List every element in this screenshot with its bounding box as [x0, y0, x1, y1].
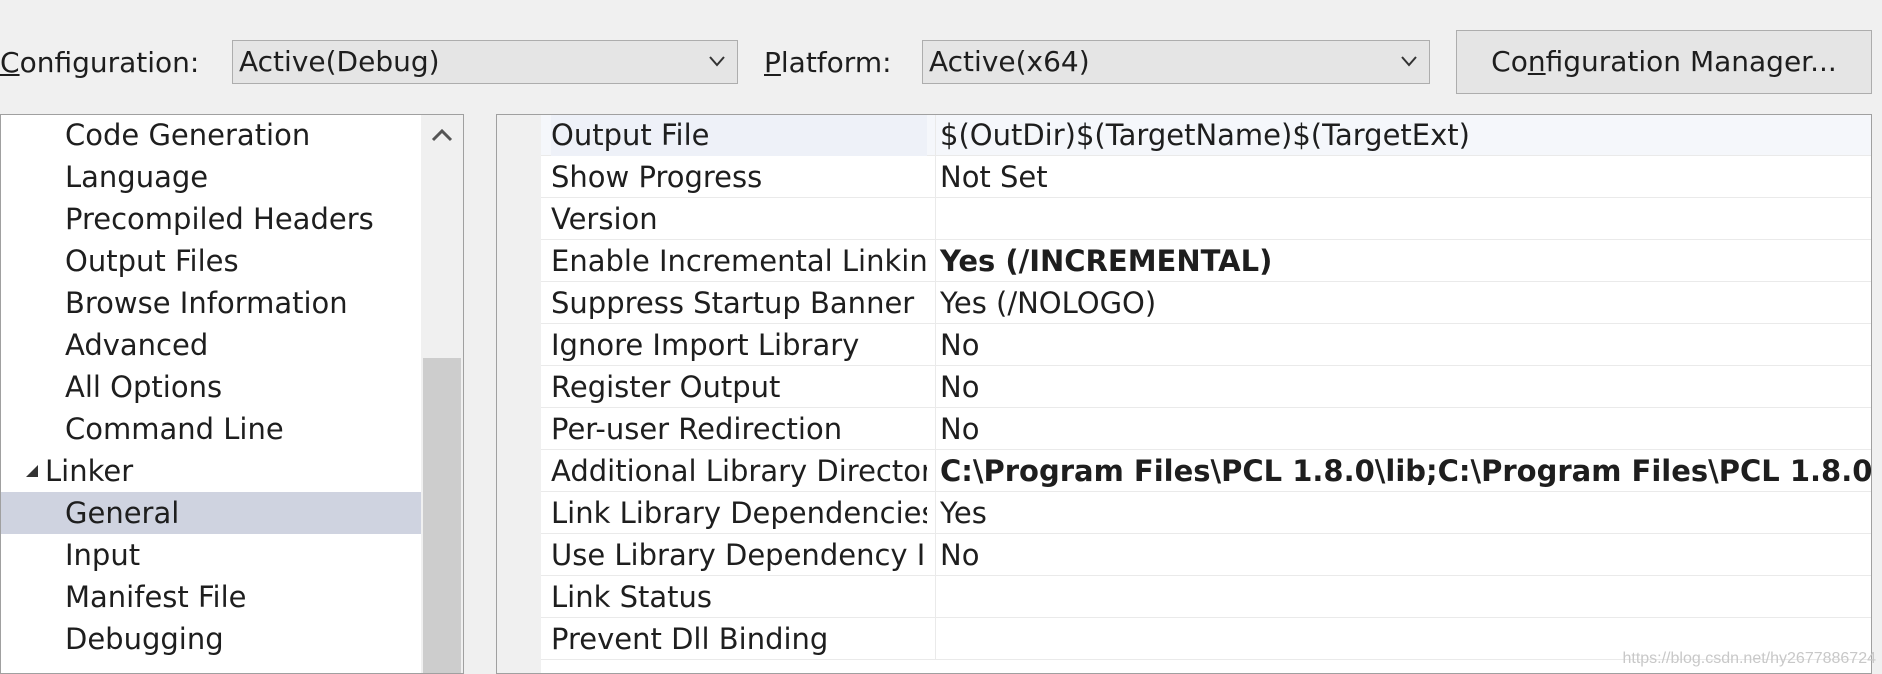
tree-item-label: Input — [65, 538, 141, 572]
property-name: Use Library Dependency Inputs — [551, 538, 927, 572]
property-name: Link Status — [551, 580, 713, 614]
property-value[interactable]: No — [935, 534, 1871, 576]
tree-item-command-line[interactable]: Command Line — [1, 408, 421, 450]
scroll-up-icon[interactable] — [431, 127, 453, 143]
tree-item-language[interactable]: Language — [1, 156, 421, 198]
property-grid[interactable]: Output File $(OutDir)$(TargetName)$(Targe… — [496, 114, 1872, 674]
tree-item-label: Browse Information — [65, 286, 348, 320]
property-name: Enable Incremental Linking — [551, 244, 927, 278]
property-row[interactable]: Additional Library DirectoriesC:\Program… — [541, 450, 1871, 492]
property-row[interactable]: Enable Incremental Linking Yes (/INCREMEN… — [541, 240, 1871, 282]
property-row[interactable]: Version — [541, 198, 1871, 240]
tree-item-advanced[interactable]: Advanced — [1, 324, 421, 366]
tree-item-label: Linker — [45, 454, 134, 488]
tree-item-browse-information[interactable]: Browse Information — [1, 282, 421, 324]
chevron-down-icon — [1401, 56, 1417, 67]
tree-scroll-thumb[interactable] — [423, 358, 461, 673]
tree-item-code-generation[interactable]: Code Generation — [1, 115, 421, 156]
property-value[interactable]: Yes (/NOLOGO) — [935, 282, 1871, 324]
property-row[interactable]: Link Library Dependencies Yes — [541, 492, 1871, 534]
configuration-label-accel: C — [0, 46, 20, 79]
property-row[interactable]: Per-user Redirection No — [541, 408, 1871, 450]
config-manager-label-a: Co — [1491, 45, 1528, 78]
property-value[interactable]: No — [935, 324, 1871, 366]
tree-item-input[interactable]: Input — [1, 534, 421, 576]
tree-item-label: General — [65, 496, 180, 530]
property-value[interactable]: No — [935, 366, 1871, 408]
tree-item-label: Advanced — [65, 328, 209, 362]
tree-item-linker[interactable]: Linker — [1, 450, 421, 492]
configuration-manager-button[interactable]: Configuration Manager... — [1456, 30, 1872, 94]
platform-label-accel: P — [764, 46, 781, 79]
tree-item-label: Command Line — [65, 412, 284, 446]
configuration-label-rest: onfiguration: — [19, 46, 200, 79]
property-name: Ignore Import Library — [551, 328, 860, 362]
platform-label: Platform: — [764, 43, 892, 83]
property-row[interactable]: Link Status — [541, 576, 1871, 618]
property-value[interactable]: $(OutDir)$(TargetName)$(TargetExt) — [935, 115, 1871, 156]
property-value[interactable]: Not Set — [935, 156, 1871, 198]
tree-item-label: Debugging — [65, 622, 224, 656]
platform-value: Active(x64) — [929, 45, 1090, 78]
property-grid-margin — [497, 115, 541, 673]
property-row[interactable]: Use Library Dependency InputsNo — [541, 534, 1871, 576]
property-name: Output File — [551, 115, 927, 156]
property-name: Show Progress — [551, 160, 763, 194]
platform-dropdown[interactable]: Active(x64) — [922, 40, 1430, 84]
property-name: Prevent Dll Binding — [551, 622, 829, 656]
property-value[interactable]: Yes (/INCREMENTAL) — [935, 240, 1871, 282]
configuration-value: Active(Debug) — [239, 45, 440, 78]
property-name: Suppress Startup Banner — [551, 286, 915, 320]
property-name: Per-user Redirection — [551, 412, 843, 446]
config-manager-label-accel: n — [1527, 45, 1546, 78]
tree-item-all-options[interactable]: All Options — [1, 366, 421, 408]
property-name: Version — [551, 202, 658, 236]
platform-label-rest: latform: — [780, 46, 892, 79]
watermark: https://blog.csdn.net/hy2677886724 — [1622, 650, 1876, 667]
configuration-label: Configuration: — [0, 43, 199, 83]
expanded-triangle-icon[interactable] — [25, 464, 39, 478]
property-name: Additional Library Directories — [551, 454, 927, 488]
property-value[interactable] — [935, 576, 1871, 618]
tree-item-label: Precompiled Headers — [65, 202, 374, 236]
property-row[interactable]: Show Progress Not Set — [541, 156, 1871, 198]
tree-item-label: Output Files — [65, 244, 239, 278]
tree-item-general[interactable]: General — [1, 492, 421, 534]
tree-item-label: Code Generation — [65, 118, 311, 152]
tree-scrollbar[interactable] — [421, 115, 463, 673]
tree-item-precompiled-headers[interactable]: Precompiled Headers — [1, 198, 421, 240]
property-category-tree[interactable]: Code Generation Language Precompiled Heade… — [0, 114, 464, 674]
property-value[interactable] — [935, 198, 1871, 240]
property-row[interactable]: Register Output No — [541, 366, 1871, 408]
property-row[interactable]: Output File $(OutDir)$(TargetName)$(Targe… — [541, 115, 1871, 156]
configuration-dropdown[interactable]: Active(Debug) — [232, 40, 738, 84]
property-value[interactable]: C:\Program Files\PCL 1.8.0\lib;C:\Progra… — [935, 450, 1871, 492]
tree-item-label: Language — [65, 160, 209, 194]
tree-item-label: Manifest File — [65, 580, 247, 614]
property-name: Link Library Dependencies — [551, 496, 927, 530]
property-value[interactable]: Yes — [935, 492, 1871, 534]
property-row[interactable]: Ignore Import Library No — [541, 324, 1871, 366]
tree-item-debugging[interactable]: Debugging — [1, 618, 421, 660]
property-name: Register Output — [551, 370, 781, 404]
property-value[interactable]: No — [935, 408, 1871, 450]
tree-item-manifest-file[interactable]: Manifest File — [1, 576, 421, 618]
tree-item-output-files[interactable]: Output Files — [1, 240, 421, 282]
chevron-down-icon — [709, 56, 725, 67]
property-row[interactable]: Suppress Startup Banner Yes (/NOLOGO) — [541, 282, 1871, 324]
tree-item-label: All Options — [65, 370, 223, 404]
config-manager-label-b: figuration Manager... — [1545, 45, 1837, 78]
